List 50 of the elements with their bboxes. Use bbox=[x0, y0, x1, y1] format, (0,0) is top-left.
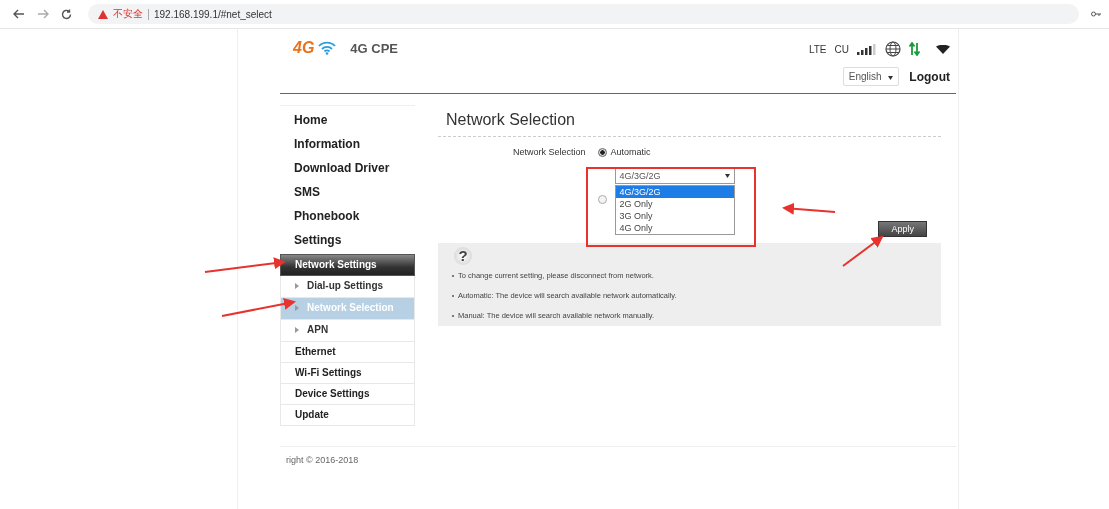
carrier-name: CU bbox=[834, 43, 849, 55]
wifi-status-icon bbox=[936, 44, 950, 54]
radio-button[interactable] bbox=[597, 194, 607, 204]
logo-text: 4G bbox=[293, 39, 315, 57]
dropdown-option[interactable]: 4G/3G/2G bbox=[615, 186, 734, 198]
dropdown-option[interactable]: 3G Only bbox=[615, 210, 734, 222]
network-type: LTE bbox=[808, 43, 827, 55]
sidebar-section[interactable]: Wi-Fi Settings bbox=[280, 363, 415, 384]
signal-icon bbox=[857, 43, 877, 55]
sidebar-item[interactable]: Phonebook bbox=[280, 204, 415, 228]
sidebar-section[interactable]: Network Settings bbox=[280, 254, 415, 276]
sidebar-item[interactable]: Download Driver bbox=[280, 156, 415, 180]
sidebar-section[interactable]: Device Settings bbox=[280, 384, 415, 405]
caret-icon bbox=[888, 76, 894, 80]
key-icon[interactable] bbox=[1091, 11, 1101, 17]
data-transfer-icon bbox=[909, 42, 920, 56]
warning-icon bbox=[98, 9, 108, 19]
sidebar-item[interactable]: Settings bbox=[280, 228, 415, 252]
annotation-arrow bbox=[842, 235, 884, 267]
language-select[interactable]: English bbox=[842, 67, 900, 86]
product-name: 4G CPE bbox=[350, 40, 399, 56]
sidebar-section[interactable]: Update bbox=[280, 405, 415, 426]
caret-icon bbox=[724, 173, 730, 178]
security-warning: 不安全 bbox=[113, 7, 143, 21]
wifi-icon bbox=[318, 41, 337, 55]
dropdown-option[interactable]: 4G Only bbox=[615, 222, 734, 234]
sidebar-section[interactable]: Ethernet bbox=[280, 342, 415, 363]
field-label: Network Selection bbox=[513, 147, 586, 159]
reload-icon[interactable] bbox=[61, 8, 72, 20]
radio-label: Automatic bbox=[610, 147, 651, 157]
address-bar[interactable]: 不安全 192.168.199.1/#net_select bbox=[88, 4, 1079, 24]
caret-icon bbox=[295, 305, 299, 312]
globe-icon bbox=[885, 41, 901, 57]
caret-icon bbox=[295, 327, 299, 334]
sidebar-item[interactable]: SMS bbox=[280, 180, 415, 204]
dropdown-option[interactable]: 2G Only bbox=[615, 198, 734, 210]
caret-icon bbox=[295, 283, 299, 290]
sidebar-subitem[interactable]: APN bbox=[280, 320, 415, 342]
sidebar-item[interactable]: Home bbox=[280, 108, 415, 132]
logout-link[interactable]: Logout bbox=[909, 69, 950, 84]
page-title: Network Selection bbox=[438, 105, 941, 137]
help-icon: ? bbox=[454, 247, 472, 265]
apply-button[interactable]: Apply bbox=[878, 221, 927, 237]
annotation-arrow bbox=[782, 202, 836, 215]
radio-button[interactable] bbox=[597, 147, 607, 157]
copyright-text: right © 2016-2018 bbox=[286, 455, 360, 465]
network-mode-select[interactable]: 4G/3G/2G bbox=[614, 167, 735, 184]
back-icon[interactable] bbox=[13, 9, 25, 19]
sidebar-item[interactable]: Information bbox=[280, 132, 415, 156]
url-text: 192.168.199.1/#net_select bbox=[154, 8, 272, 20]
